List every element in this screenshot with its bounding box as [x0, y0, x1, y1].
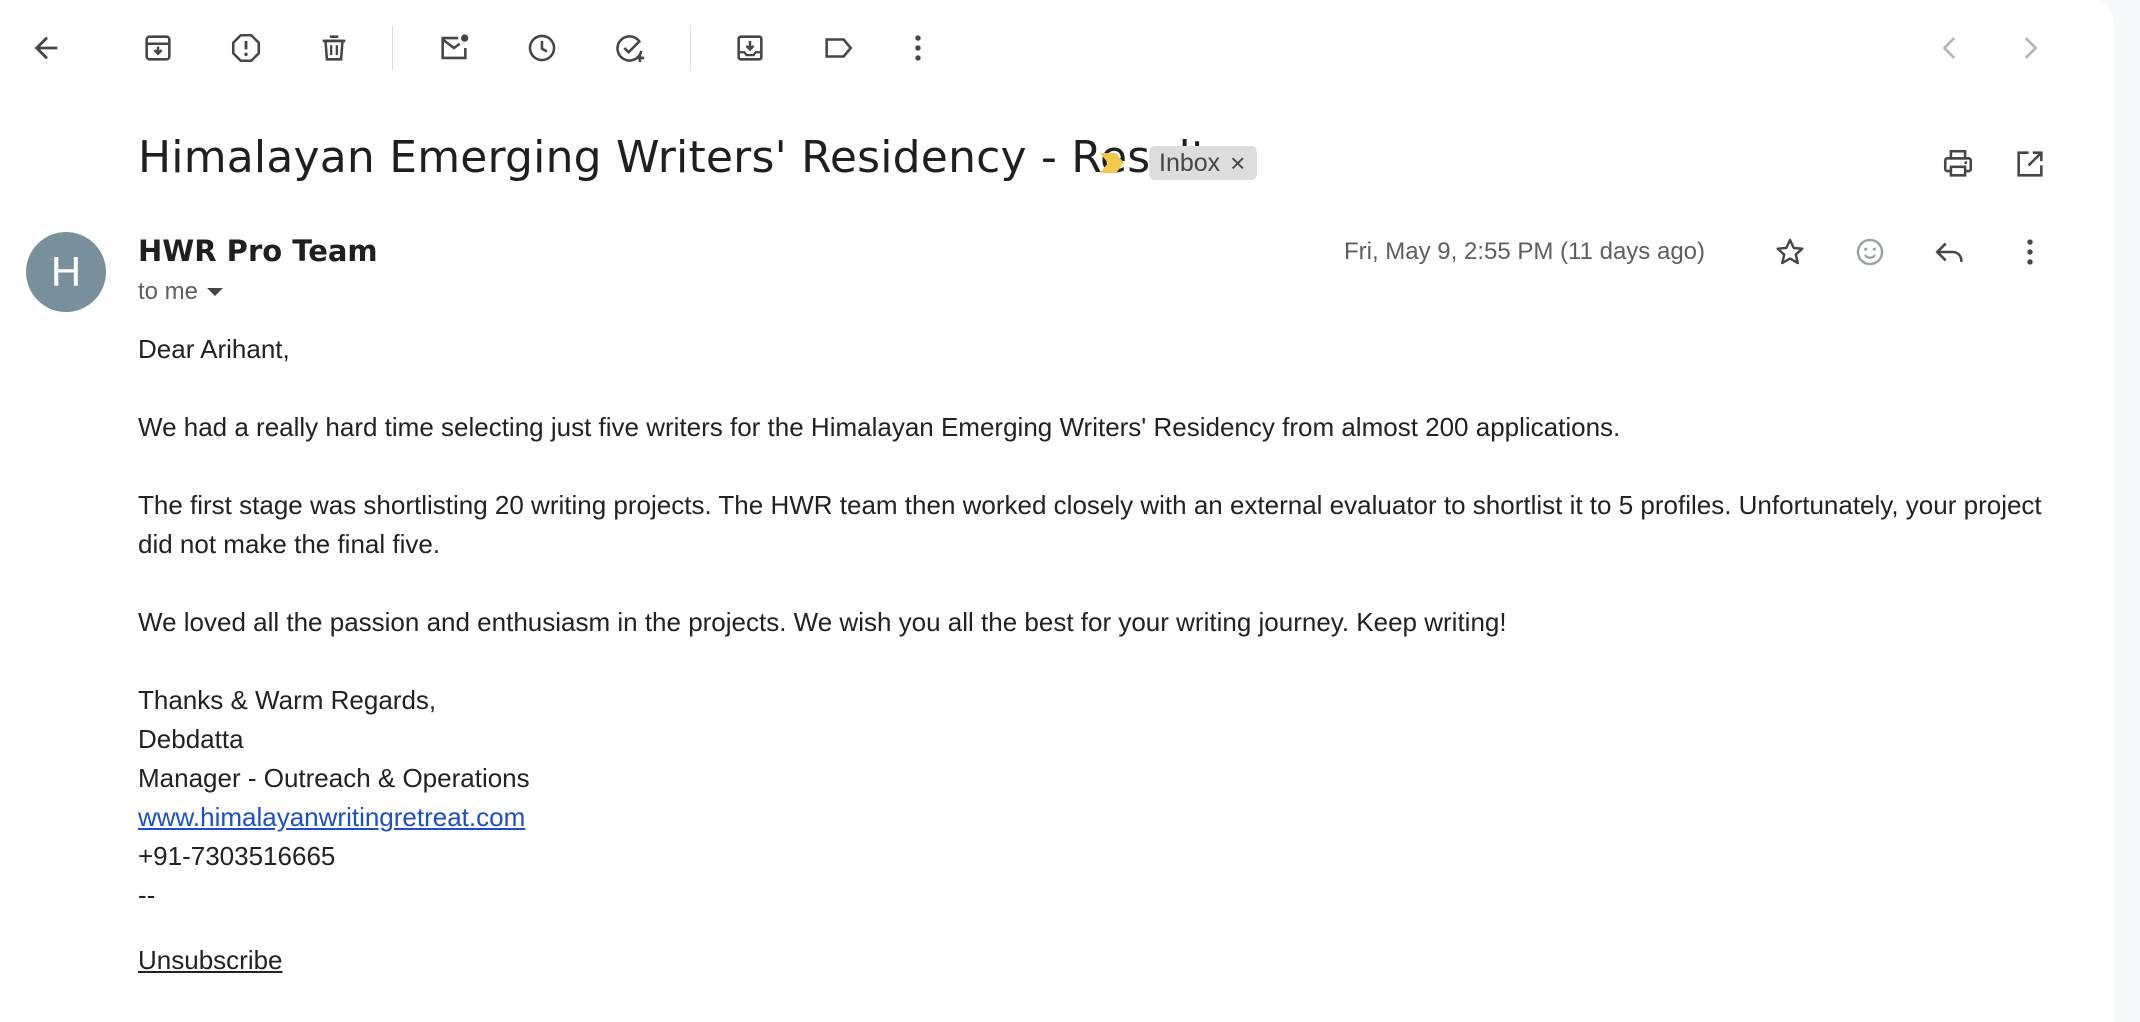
message-more-icon[interactable]: [2006, 230, 2054, 274]
caret-down-icon: [207, 288, 224, 296]
chevron-left-icon[interactable]: [1926, 26, 1974, 70]
importance-marker-icon[interactable]: [1098, 150, 1126, 181]
more-vert-icon[interactable]: [894, 26, 942, 70]
mark-unread-icon[interactable]: [430, 26, 478, 70]
archive-icon[interactable]: [134, 26, 182, 70]
signature: Thanks & Warm Regards, Debdatta Manager …: [138, 681, 2048, 915]
star-icon[interactable]: [1766, 230, 1814, 274]
body-paragraph: The first stage was shortlisting 20 writ…: [138, 490, 2042, 559]
website-link[interactable]: www.himalayanwritingretreat.com: [138, 802, 525, 832]
toolbar-divider: [392, 26, 393, 70]
avatar[interactable]: H: [26, 232, 106, 312]
signature-phone: +91-7303516665: [138, 841, 336, 871]
greeting: Dear Arihant,: [138, 334, 290, 364]
emoji-reaction-icon[interactable]: [1846, 230, 1894, 274]
print-icon[interactable]: [1934, 142, 1982, 186]
sender-name[interactable]: HWR Pro Team: [138, 234, 378, 268]
signature-name: Debdatta: [138, 724, 244, 754]
back-arrow-icon[interactable]: [22, 26, 70, 70]
recipient-details-toggle[interactable]: to me: [138, 278, 224, 306]
delete-icon[interactable]: [310, 26, 358, 70]
snooze-icon[interactable]: [518, 26, 566, 70]
signature-title: Manager - Outreach & Operations: [138, 763, 530, 793]
remove-label-icon[interactable]: ×: [1230, 150, 1245, 176]
chevron-right-icon[interactable]: [2006, 26, 2054, 70]
label-icon[interactable]: [814, 26, 862, 70]
reply-icon[interactable]: [1926, 230, 1974, 274]
body-paragraph: We had a really hard time selecting just…: [138, 412, 1621, 442]
email-subject: Himalayan Emerging Writers' Residency - …: [138, 132, 1209, 183]
open-in-new-window-icon[interactable]: [2006, 142, 2054, 186]
unsubscribe-link[interactable]: Unsubscribe: [138, 941, 283, 980]
email-view: Himalayan Emerging Writers' Residency - …: [0, 0, 2114, 1022]
signature-closing: Thanks & Warm Regards,: [138, 685, 437, 715]
move-to-icon[interactable]: [726, 26, 774, 70]
add-to-tasks-icon[interactable]: [606, 26, 654, 70]
inbox-label-chip: Inbox ×: [1149, 146, 1258, 180]
email-date: Fri, May 9, 2:55 PM (11 days ago): [1343, 238, 1705, 265]
email-body: Dear Arihant, We had a really hard time …: [138, 330, 2048, 980]
toolbar-divider: [690, 26, 691, 70]
recipient-label: to me: [138, 278, 199, 305]
report-spam-icon[interactable]: [222, 26, 270, 70]
signature-separator: --: [138, 880, 156, 910]
body-paragraph: We loved all the passion and enthusiasm …: [138, 607, 1507, 637]
inbox-label-text: Inbox: [1159, 148, 1221, 177]
